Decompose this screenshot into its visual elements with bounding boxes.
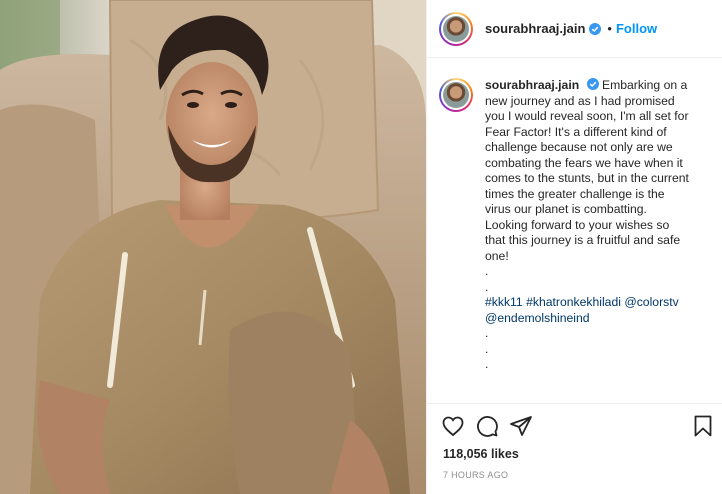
caption-text-line: Fear Factor! It's a different kind of bbox=[485, 124, 667, 139]
header-username[interactable]: sourabhraaj.jain bbox=[485, 21, 585, 36]
instagram-post: sourabhraaj.jain • Follow sourabhraaj.ja… bbox=[0, 0, 722, 494]
caption-verified-badge-icon bbox=[586, 78, 599, 90]
caption-text-line: that this journey is a fruitful and safe bbox=[485, 233, 681, 247]
caption-text-line: Looking forward to your wishes so bbox=[485, 217, 670, 232]
action-icons-row bbox=[439, 414, 715, 440]
caption-dot: . bbox=[485, 357, 489, 371]
caption-dot: . bbox=[485, 326, 489, 340]
caption-username[interactable]: sourabhraaj.jain bbox=[485, 78, 579, 92]
caption-dot: . bbox=[485, 264, 489, 278]
post-timestamp[interactable]: 7 HOURS AGO bbox=[443, 470, 508, 480]
caption-avatar-image bbox=[443, 82, 469, 108]
avatar[interactable] bbox=[439, 11, 473, 46]
post-side-panel: sourabhraaj.jain • Follow sourabhraaj.ja… bbox=[426, 0, 722, 494]
photo-image bbox=[0, 0, 426, 494]
mention-line[interactable]: @endemolshineind bbox=[485, 311, 715, 327]
caption-text-line: Embarking on a bbox=[601, 78, 688, 92]
header-separator: • bbox=[607, 21, 612, 36]
caption-text-line: times the greater challenge is the bbox=[485, 186, 665, 201]
verified-badge-icon bbox=[589, 22, 602, 35]
caption-text-line: new journey and as I had promised bbox=[485, 93, 675, 108]
avatar-image bbox=[443, 15, 469, 42]
post-actions: 118,056 likes 7 HOURS AGO bbox=[427, 403, 722, 494]
heart-icon[interactable] bbox=[441, 414, 465, 438]
post-header: sourabhraaj.jain • Follow bbox=[427, 0, 722, 58]
caption-text-line: you I would reveal soon, I'm all set for bbox=[485, 109, 689, 123]
comment-icon[interactable] bbox=[475, 414, 499, 438]
caption-text-line: one! bbox=[485, 248, 509, 263]
caption-body: sourabhraaj.jain Embarking on a new jour… bbox=[485, 78, 715, 398]
caption-text-line: virus our planet is combatting. bbox=[485, 202, 647, 216]
bookmark-icon[interactable] bbox=[691, 414, 715, 438]
caption-text-line: challenge because not only are we bbox=[485, 140, 673, 154]
follow-button[interactable]: Follow bbox=[616, 21, 657, 36]
share-icon[interactable] bbox=[509, 414, 533, 438]
caption-dot: . bbox=[485, 341, 489, 356]
caption-dot: . bbox=[485, 279, 489, 294]
caption-first-line: sourabhraaj.jain Embarking on a bbox=[485, 78, 715, 94]
likes-count[interactable]: 118,056 likes bbox=[443, 447, 519, 461]
caption-avatar[interactable] bbox=[439, 78, 473, 112]
caption-text-line: combating the fears we have when it bbox=[485, 155, 683, 170]
post-photo[interactable] bbox=[0, 0, 426, 494]
caption: sourabhraaj.jain Embarking on a new jour… bbox=[439, 78, 717, 398]
hashtags-line[interactable]: #kkk11 #khatronkekhiladi @colorstv bbox=[485, 295, 715, 311]
caption-text-line: comes to the stunts, but in the current bbox=[485, 171, 689, 185]
